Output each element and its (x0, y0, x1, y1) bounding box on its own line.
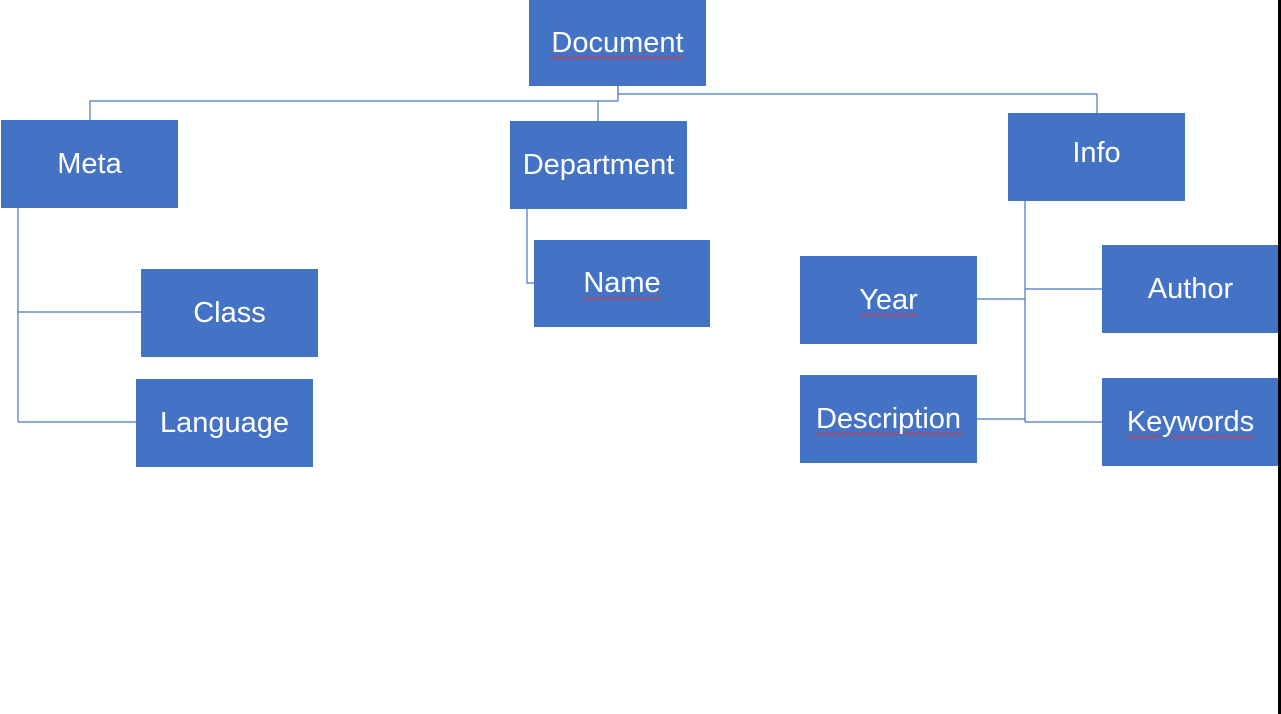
node-name-label: Name (583, 267, 661, 299)
node-description: Description (800, 375, 977, 463)
node-year-label: Year (859, 283, 918, 316)
node-meta: Meta (1, 120, 178, 208)
node-year: Year (800, 256, 977, 344)
node-keywords: Keywords (1102, 378, 1279, 466)
node-description-label: Description (815, 402, 962, 435)
connector-document-info (617, 86, 1098, 113)
node-class: Class (141, 269, 318, 357)
diagram-canvas: Document Meta Department Info Class Lang… (0, 0, 1281, 714)
node-meta-label: Meta (57, 147, 122, 180)
node-class-label: Class (193, 296, 266, 329)
connector-lines (17, 86, 1102, 423)
node-author-label: Author (1147, 272, 1234, 305)
node-language: Language (136, 379, 313, 467)
node-info: Info (1008, 113, 1185, 201)
node-document: Document (529, 0, 706, 86)
node-name: Name (534, 240, 710, 327)
node-language-label: Language (159, 406, 290, 439)
node-department: Department (510, 121, 687, 209)
node-author: Author (1102, 245, 1279, 333)
connector-document-meta (89, 86, 619, 120)
node-department-label: Department (522, 148, 675, 181)
node-document-label: Document (551, 26, 684, 59)
connector-department-name (526, 209, 534, 284)
node-info-label: Info (1072, 136, 1121, 169)
node-keywords-label: Keywords (1126, 405, 1255, 438)
